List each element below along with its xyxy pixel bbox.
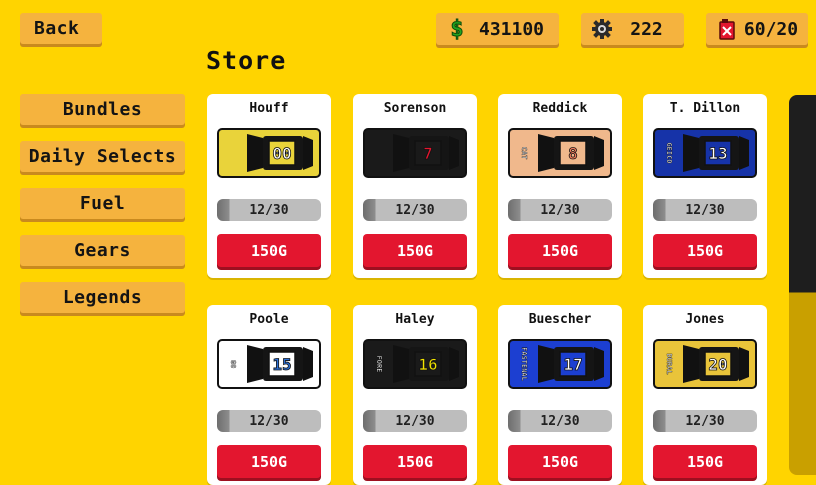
driver-card[interactable]: Haley 16 FORE 12/30 150G bbox=[353, 305, 477, 485]
driver-name: Reddick bbox=[532, 101, 588, 116]
car-image: 00 bbox=[217, 128, 321, 178]
buy-button[interactable]: 150G bbox=[508, 234, 612, 267]
fuel-balance: 60/20 bbox=[706, 13, 808, 45]
car-side-text: FORE bbox=[375, 356, 383, 373]
car-side-text: GO bbox=[229, 360, 237, 368]
car-windshield bbox=[393, 345, 409, 383]
car-windshield bbox=[683, 134, 699, 172]
card-progress: 12/30 bbox=[508, 199, 612, 221]
fuel-can-icon bbox=[712, 18, 742, 40]
driver-card[interactable]: Reddick 8 CAT 12/30 150G bbox=[498, 94, 622, 278]
sidebar-item-label: Gears bbox=[74, 240, 131, 261]
car-number: 13 bbox=[708, 144, 727, 163]
car-number: 20 bbox=[708, 355, 727, 374]
car-rear-window bbox=[303, 347, 313, 381]
cash-value: 431100 bbox=[478, 18, 545, 40]
car-side-text: FASTENAL bbox=[520, 347, 528, 381]
back-label: Back bbox=[34, 18, 80, 39]
car-image: 8 CAT bbox=[508, 128, 612, 178]
car-number: 15 bbox=[272, 355, 291, 374]
sidebar-item-gears[interactable]: Gears bbox=[20, 235, 185, 266]
car-image: 20 DURAL bbox=[653, 339, 757, 389]
gears-balance: 222 bbox=[581, 13, 684, 45]
sidebar-item-label: Daily Selects bbox=[28, 146, 177, 167]
car-number: 00 bbox=[272, 144, 291, 163]
driver-name: Buescher bbox=[528, 312, 592, 327]
buy-button[interactable]: 150G bbox=[508, 445, 612, 478]
buy-button[interactable]: 150G bbox=[653, 445, 757, 478]
driver-name: T. Dillon bbox=[669, 101, 741, 116]
fuel-value: 60/20 bbox=[743, 18, 799, 40]
sidebar-item-label: Bundles bbox=[62, 99, 143, 120]
svg-text:$: $ bbox=[450, 17, 463, 41]
driver-card[interactable]: Houff 00 12/30 150G bbox=[207, 94, 331, 278]
car-number: 7 bbox=[423, 144, 433, 163]
gear-icon bbox=[587, 18, 617, 40]
driver-name: Sorenson bbox=[383, 101, 447, 116]
back-button[interactable]: Back bbox=[20, 13, 102, 44]
car-image: 7 bbox=[363, 128, 467, 178]
card-progress: 12/30 bbox=[508, 410, 612, 432]
gears-value: 222 bbox=[630, 18, 663, 40]
car-rear-window bbox=[739, 347, 749, 381]
cash-balance: $ 431100 bbox=[436, 13, 559, 45]
car-side-text: CAT bbox=[520, 147, 528, 160]
car-rear-window bbox=[594, 347, 604, 381]
driver-card[interactable]: Poole 15 GO 12/30 150G bbox=[207, 305, 331, 485]
driver-name: Poole bbox=[249, 312, 289, 327]
sidebar-item-fuel[interactable]: Fuel bbox=[20, 188, 185, 219]
car-image: 16 FORE bbox=[363, 339, 467, 389]
car-windshield bbox=[538, 134, 554, 172]
car-rear-window bbox=[303, 136, 313, 170]
page-title: Store bbox=[206, 46, 287, 75]
car-number: 16 bbox=[418, 355, 437, 374]
car-rear-window bbox=[594, 136, 604, 170]
car-side-text: GEICO bbox=[665, 142, 673, 163]
car-image: 15 GO bbox=[217, 339, 321, 389]
driver-card[interactable]: Sorenson 7 12/30 150G bbox=[353, 94, 477, 278]
card-progress: 12/30 bbox=[363, 410, 467, 432]
car-number: 8 bbox=[568, 144, 578, 163]
dollar-icon: $ bbox=[442, 17, 472, 41]
card-progress: 12/30 bbox=[653, 199, 757, 221]
buy-button[interactable]: 150G bbox=[653, 234, 757, 267]
driver-card[interactable]: Jones 20 DURAL 12/30 150G bbox=[643, 305, 767, 485]
driver-name: Haley bbox=[395, 312, 435, 327]
car-windshield bbox=[393, 134, 409, 172]
driver-card[interactable]: Buescher 17 FASTENAL 12/30 150G bbox=[498, 305, 622, 485]
car-rear-window bbox=[449, 136, 459, 170]
sidebar-item-daily-selects[interactable]: Daily Selects bbox=[20, 141, 185, 172]
card-progress: 12/30 bbox=[217, 199, 321, 221]
card-progress: 12/30 bbox=[363, 199, 467, 221]
buy-button[interactable]: 150G bbox=[363, 445, 467, 478]
buy-button[interactable]: 150G bbox=[217, 445, 321, 478]
next-panel-edge bbox=[789, 95, 816, 475]
buy-button[interactable]: 150G bbox=[217, 234, 321, 267]
car-number: 17 bbox=[563, 355, 582, 374]
driver-name: Houff bbox=[249, 101, 289, 116]
driver-name: Jones bbox=[685, 312, 725, 327]
car-windshield bbox=[683, 345, 699, 383]
card-progress: 12/30 bbox=[217, 410, 321, 432]
sidebar-item-label: Fuel bbox=[79, 193, 126, 214]
sidebar-item-bundles[interactable]: Bundles bbox=[20, 94, 185, 125]
car-windshield bbox=[247, 134, 263, 172]
car-rear-window bbox=[449, 347, 459, 381]
sidebar-item-legends[interactable]: Legends bbox=[20, 282, 185, 313]
card-progress: 12/30 bbox=[653, 410, 757, 432]
car-side-text: DURAL bbox=[665, 353, 673, 374]
sidebar-item-label: Legends bbox=[62, 287, 143, 308]
car-windshield bbox=[538, 345, 554, 383]
car-rear-window bbox=[739, 136, 749, 170]
car-windshield bbox=[247, 345, 263, 383]
buy-button[interactable]: 150G bbox=[363, 234, 467, 267]
driver-card[interactable]: T. Dillon 13 GEICO 12/30 150G bbox=[643, 94, 767, 278]
car-image: 13 GEICO bbox=[653, 128, 757, 178]
car-image: 17 FASTENAL bbox=[508, 339, 612, 389]
